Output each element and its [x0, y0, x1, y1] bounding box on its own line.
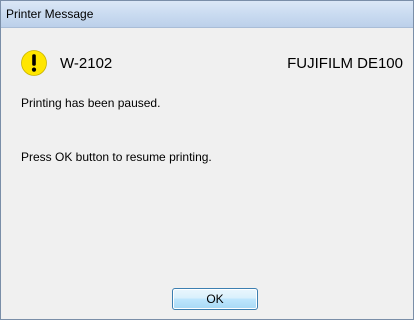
status-message: Printing has been paused. [21, 96, 161, 110]
warning-icon [21, 50, 47, 76]
printer-message-dialog: Printer Message W-2102 FUJIFILM DE100 Pr… [0, 0, 414, 320]
printer-model: FUJIFILM DE100 [287, 55, 403, 72]
ok-button[interactable]: OK [172, 288, 258, 310]
instruction-message: Press OK button to resume printing. [21, 150, 212, 164]
window-title: Printer Message [6, 7, 94, 21]
title-bar[interactable]: Printer Message [1, 1, 413, 28]
error-code: W-2102 [60, 55, 113, 72]
